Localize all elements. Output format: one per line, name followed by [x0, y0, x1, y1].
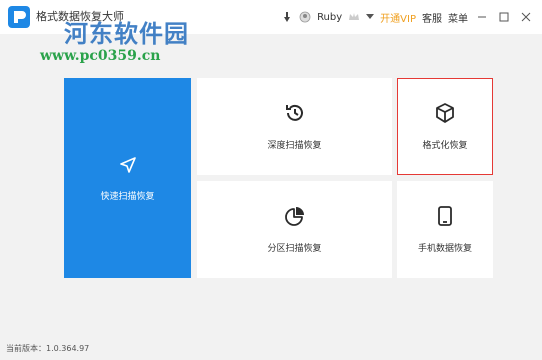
partition-scan-card[interactable]: 分区扫描恢复	[197, 181, 392, 278]
pie-chart-icon	[284, 205, 306, 231]
user-avatar[interactable]	[299, 11, 311, 23]
phone-recovery-card[interactable]: 手机数据恢复	[397, 181, 493, 278]
crown-icon	[348, 12, 360, 22]
title-bar: 格式数据恢复大师 河东软件园 Ruby 开通VIP 客服 菜单	[0, 0, 542, 48]
cube-icon	[434, 102, 456, 128]
user-name[interactable]: Ruby	[317, 12, 342, 23]
quick-scan-label: 快速扫描恢复	[100, 191, 155, 202]
version-label: 当前版本：1.0.364.97	[6, 344, 90, 353]
support-button[interactable]: 客服	[422, 10, 442, 25]
quick-scan-card[interactable]: 快速扫描恢复	[64, 78, 191, 278]
phone-recovery-label: 手机数据恢复	[417, 244, 472, 254]
maximize-icon[interactable]	[496, 9, 512, 25]
tablet-icon	[434, 205, 456, 231]
partition-scan-label: 分区扫描恢复	[267, 244, 322, 254]
open-vip-button[interactable]: 开通VIP	[380, 10, 416, 25]
deep-scan-label: 深度扫描恢复	[267, 141, 322, 151]
navigation-arrow-icon	[118, 155, 138, 179]
format-recovery-label: 格式化恢复	[422, 141, 468, 151]
watermark-url: www.pc0359.cn	[40, 48, 161, 64]
format-recovery-card[interactable]: 格式化恢复	[397, 78, 493, 175]
deep-scan-card[interactable]: 深度扫描恢复	[197, 78, 392, 175]
history-clock-icon	[284, 102, 306, 128]
watermark-site-name: 河东软件园	[64, 19, 189, 48]
app-logo-icon	[8, 6, 30, 28]
menu-button[interactable]: 菜单	[448, 10, 468, 25]
close-icon[interactable]	[518, 9, 534, 25]
skin-icon[interactable]	[281, 11, 293, 23]
app-window: 格式数据恢复大师 河东软件园 Ruby 开通VIP 客服 菜单 www.pc03…	[0, 0, 542, 360]
chevron-down-icon[interactable]	[366, 14, 375, 20]
titlebar-controls: Ruby 开通VIP 客服 菜单	[275, 0, 534, 34]
minimize-icon[interactable]	[474, 9, 490, 25]
